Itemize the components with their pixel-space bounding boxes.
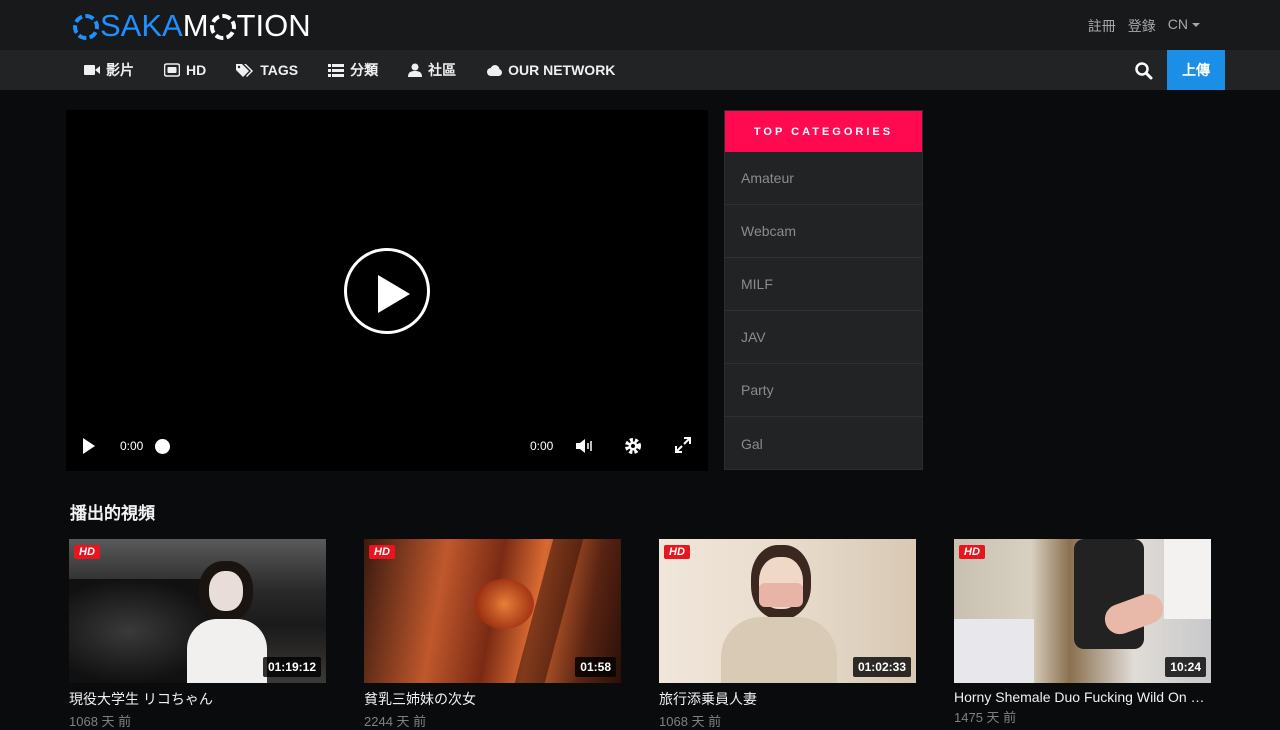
video-age: 1068 天 前 [659,714,722,729]
video-age: 1475 天 前 [954,710,1017,725]
video-thumbnail[interactable]: HD 10:24 [954,539,1211,683]
hd-badge: HD [959,545,985,559]
play-icon[interactable] [83,438,95,454]
top-bar: SAKA M TION 註冊 登錄 CN [0,0,1280,50]
category-jav[interactable]: JAV [725,311,922,364]
account-links: 註冊 登錄 CN [1088,16,1200,36]
upload-button[interactable]: 上傳 [1167,50,1225,90]
logo-o2-icon [209,14,236,40]
video-title[interactable]: 旅行添乗員人妻 [659,689,916,709]
top-categories-panel: TOP CATEGORIES Amateur Webcam MILF JAV P… [724,110,923,470]
video-card[interactable]: HD 10:24 Horny Shemale Duo Fucking Wild … [954,539,1211,726]
hd-badge: HD [369,545,395,559]
video-camera-icon [84,65,100,75]
video-player[interactable]: 0:00 0:00 [66,110,708,471]
list-icon [328,63,345,77]
big-play-button[interactable] [344,248,430,334]
category-party[interactable]: Party [725,364,922,417]
category-amateur[interactable]: Amateur [725,152,922,205]
duration-badge: 10:24 [1165,657,1206,677]
category-milf[interactable]: MILF [725,258,922,311]
nav-network[interactable]: OUR NETWORK [486,62,615,78]
nav-community[interactable]: 社區 [408,60,456,80]
video-age: 1068 天 前 [69,714,132,729]
settings-gear-icon[interactable] [624,437,642,455]
video-thumbnail[interactable]: HD 01:02:33 [659,539,916,683]
caret-down-icon [1192,23,1200,28]
language-dropdown[interactable]: CN [1168,16,1200,36]
duration-badge: 01:02:33 [852,657,911,677]
tags-icon [236,64,254,77]
video-title[interactable]: Horny Shemale Duo Fucking Wild On Bed [954,689,1211,705]
hd-icon [164,63,180,77]
user-icon [408,63,423,77]
search-icon[interactable] [1134,61,1154,81]
category-gal[interactable]: Gal [725,417,922,470]
video-title[interactable]: 貧乳三姉妹の次女 [364,689,621,709]
register-link[interactable]: 註冊 [1088,16,1116,36]
main-nav: 影片 HD TAGS 分類 社區 OUR NETWORK [0,50,1280,90]
duration-badge: 01:58 [575,657,616,677]
player-controls: 0:00 0:00 [66,421,708,471]
nav-hd[interactable]: HD [164,62,206,78]
video-card[interactable]: HD 01:19:12 現役大学生 リコちゃん 1068 天 前 [69,539,326,730]
fullscreen-icon[interactable] [675,437,691,453]
nav-tags[interactable]: TAGS [236,62,298,78]
nav-categories[interactable]: 分類 [328,60,378,80]
video-title[interactable]: 現役大学生 リコちゃん [69,689,326,709]
section-title: 播出的視頻 [70,504,155,523]
video-card[interactable]: HD 01:58 貧乳三姉妹の次女 2244 天 前 [364,539,621,730]
top-categories-heading: TOP CATEGORIES [725,111,922,152]
category-webcam[interactable]: Webcam [725,205,922,258]
hd-badge: HD [664,545,690,559]
duration-time: 0:00 [530,439,554,453]
cloud-icon [487,64,503,76]
site-logo[interactable]: SAKA M TION [72,8,311,43]
login-link[interactable]: 登錄 [1128,16,1156,36]
video-card[interactable]: HD 01:02:33 旅行添乗員人妻 1068 天 前 [659,539,916,730]
video-thumbnail[interactable]: HD 01:58 [364,539,621,683]
video-thumbnail[interactable]: HD 01:19:12 [69,539,326,683]
video-age: 2244 天 前 [364,714,427,729]
volume-icon[interactable] [575,437,593,455]
progress-scrubber[interactable] [155,439,170,454]
duration-badge: 01:19:12 [262,657,321,677]
logo-o-icon [73,14,99,40]
hd-badge: HD [74,545,100,559]
current-time: 0:00 [120,439,144,453]
nav-videos[interactable]: 影片 [84,60,134,80]
